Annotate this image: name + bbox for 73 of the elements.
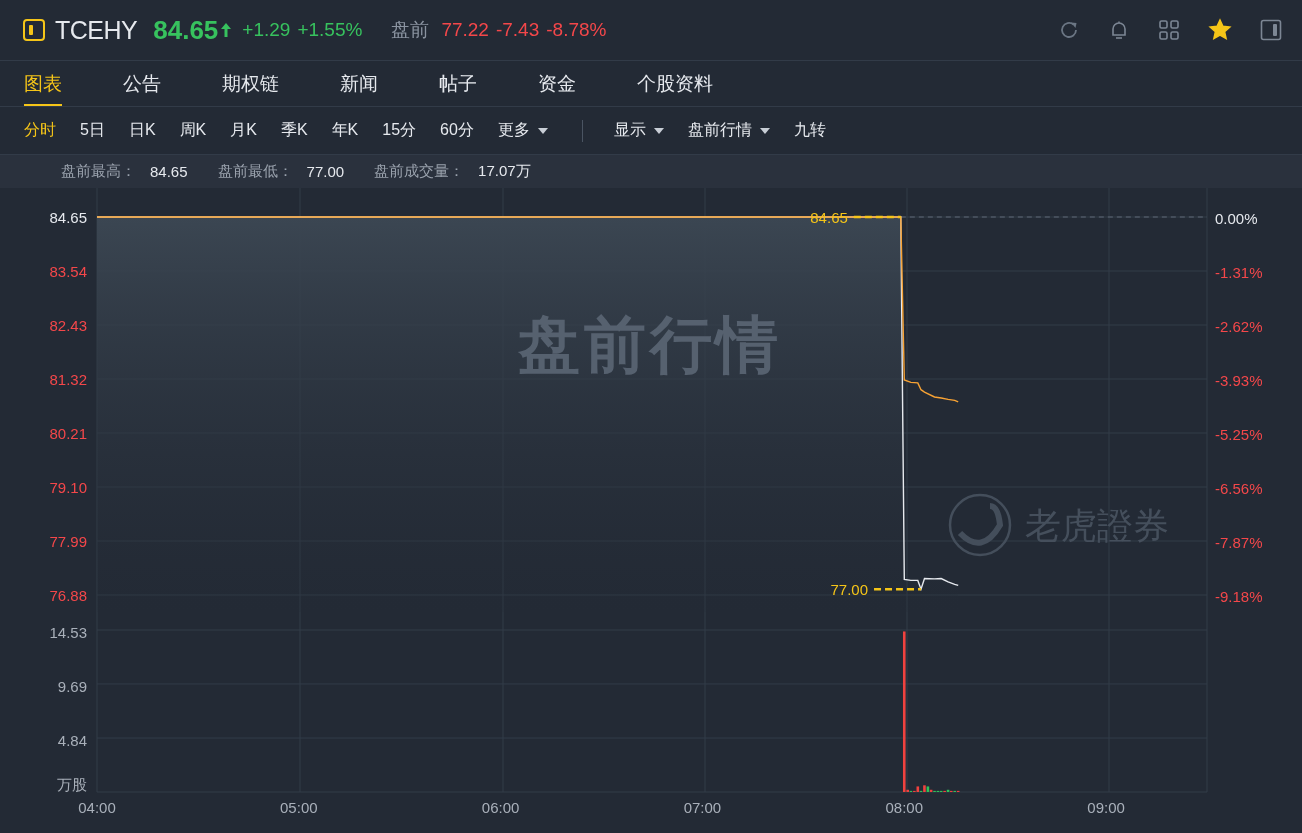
period-tab[interactable]: 季K bbox=[280, 120, 308, 141]
percent-axis-label: -7.87% bbox=[1215, 534, 1263, 551]
tab[interactable]: 公告 bbox=[123, 61, 161, 106]
marker-line bbox=[853, 215, 901, 219]
price-axis-label: 80.21 bbox=[49, 425, 87, 442]
volume-axis-label: 14.53 bbox=[49, 624, 87, 641]
session-change: -7.43 bbox=[495, 19, 540, 41]
price-marker-label: 77.00 bbox=[830, 581, 868, 599]
sidebar-toggle-icon[interactable] bbox=[1260, 19, 1282, 41]
time-axis-label: 05:00 bbox=[280, 799, 318, 816]
price-change-percent: +1.55% bbox=[297, 19, 363, 41]
display-option[interactable]: 九转 bbox=[793, 120, 826, 141]
price-change: +1.29 bbox=[242, 19, 291, 41]
tab[interactable]: 资金 bbox=[538, 61, 576, 106]
volume-axis-label: 4.84 bbox=[57, 732, 87, 750]
star-icon[interactable] bbox=[1208, 18, 1232, 42]
time-axis-label: 06:00 bbox=[481, 799, 520, 816]
caret-icon bbox=[537, 127, 548, 134]
tab[interactable]: 帖子 bbox=[439, 61, 477, 106]
marker-line bbox=[874, 587, 921, 591]
period-tab[interactable]: 更多 bbox=[497, 120, 548, 141]
price-axis-label: 76.88 bbox=[49, 587, 87, 604]
caret-icon bbox=[759, 127, 770, 134]
period-tab[interactable]: 5日 bbox=[80, 120, 105, 141]
stat-label: 盘前最高： bbox=[61, 162, 136, 181]
stat-label: 盘前最低： bbox=[217, 162, 293, 181]
stock-badge-icon bbox=[23, 19, 45, 41]
display-option[interactable]: 盘前行情 bbox=[687, 120, 770, 141]
period-tab[interactable]: 60分 bbox=[440, 120, 474, 141]
percent-axis-label: -3.93% bbox=[1215, 372, 1263, 389]
time-axis-label: 07:00 bbox=[683, 799, 722, 816]
session-change-percent: -8.78% bbox=[546, 19, 607, 41]
percent-axis-label: -6.56% bbox=[1215, 480, 1263, 497]
time-axis-label: 08:00 bbox=[885, 799, 924, 816]
stat-value: 17.07万 bbox=[478, 162, 531, 181]
last-price: 84.65 bbox=[153, 14, 219, 46]
grid-icon[interactable] bbox=[1158, 19, 1180, 41]
tab[interactable]: 新闻 bbox=[340, 61, 378, 106]
price-axis-label: 83.54 bbox=[49, 263, 87, 280]
price-axis-label: 81.32 bbox=[49, 371, 87, 388]
percent-axis-label: -2.62% bbox=[1215, 318, 1263, 335]
percent-axis-label: -1.31% bbox=[1215, 264, 1263, 281]
session-price: 77.22 bbox=[441, 19, 489, 41]
price-axis-label: 77.99 bbox=[49, 533, 87, 550]
volume-axis-label: 万股 bbox=[57, 776, 87, 793]
refresh-icon[interactable] bbox=[1058, 19, 1080, 41]
period-tab[interactable]: 月K bbox=[230, 120, 257, 141]
arrow-icon bbox=[220, 22, 233, 38]
stat-value: 77.00 bbox=[306, 163, 345, 180]
percent-axis-label: -5.25% bbox=[1215, 426, 1263, 443]
period-tab[interactable]: 周K bbox=[179, 120, 207, 141]
percent-axis-label: 0.00% bbox=[1215, 210, 1258, 227]
session-label: 盘前 bbox=[391, 18, 430, 42]
stock-symbol: TCEHY bbox=[55, 15, 138, 45]
tab[interactable]: 图表 bbox=[24, 61, 62, 106]
time-axis-label: 09:00 bbox=[1087, 799, 1125, 816]
price-axis-label: 82.43 bbox=[49, 317, 87, 334]
period-tab[interactable]: 年K bbox=[331, 120, 359, 141]
stat-value: 84.65 bbox=[150, 163, 188, 180]
time-axis-label: 04:00 bbox=[78, 799, 116, 816]
caret-icon bbox=[653, 127, 664, 134]
period-tab[interactable]: 分时 bbox=[24, 120, 56, 141]
stat-label: 盘前成交量： bbox=[374, 162, 465, 181]
period-tab[interactable]: 15分 bbox=[382, 120, 417, 141]
volume-axis-label: 9.69 bbox=[57, 677, 87, 695]
tab[interactable]: 期权链 bbox=[222, 61, 279, 106]
display-option[interactable]: 显示 bbox=[613, 120, 664, 141]
brand-watermark-icon bbox=[948, 493, 1012, 557]
tab[interactable]: 个股资料 bbox=[637, 61, 713, 106]
period-tab[interactable]: 日K bbox=[128, 120, 156, 141]
price-axis-label: 79.10 bbox=[49, 479, 87, 496]
percent-axis-label: -9.18% bbox=[1215, 588, 1263, 605]
price-axis-label: 84.65 bbox=[49, 209, 87, 226]
